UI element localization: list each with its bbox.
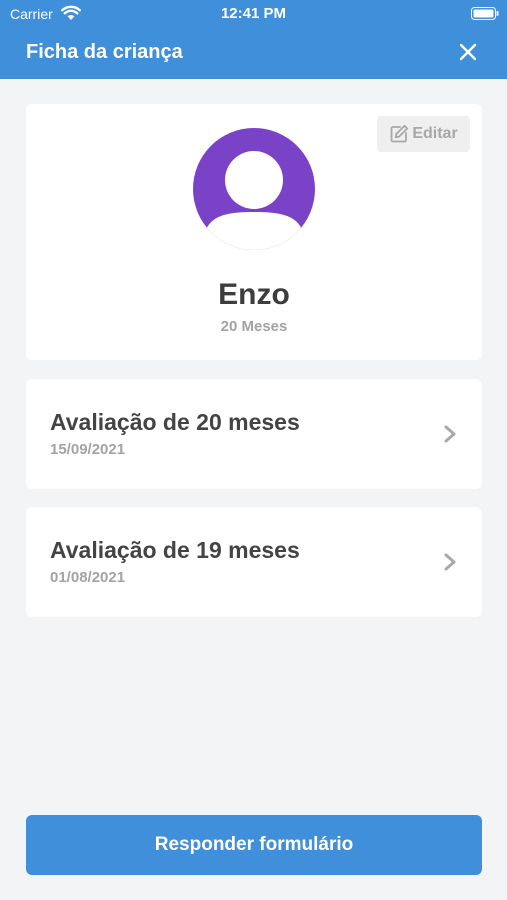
- child-age: 20 Meses: [220, 318, 288, 335]
- chevron-right-icon: [444, 425, 456, 443]
- evaluation-date: 15/09/2021: [50, 441, 126, 458]
- status-bar: Carrier 12:41 PM: [0, 0, 507, 28]
- battery-icon: [471, 7, 499, 20]
- evaluation-item[interactable]: Avaliação de 20 meses 15/09/2021: [26, 379, 482, 489]
- user-icon: [205, 151, 303, 250]
- close-button[interactable]: [452, 36, 484, 68]
- evaluation-title: Avaliação de 19 meses: [50, 537, 300, 563]
- evaluation-title: Avaliação de 20 meses: [50, 409, 300, 435]
- status-time: 12:41 PM: [220, 5, 287, 22]
- chevron-right-icon: [444, 553, 456, 571]
- avatar: [193, 128, 315, 250]
- child-name: Enzo: [218, 278, 290, 311]
- app-header: Carrier 12:41 PM Ficha da criança: [0, 0, 507, 79]
- evaluation-date: 01/08/2021: [50, 569, 126, 586]
- edit-button[interactable]: Editar: [377, 116, 470, 152]
- close-icon: [459, 43, 477, 61]
- navbar: Ficha da criança: [0, 28, 507, 79]
- submit-form-button[interactable]: Responder formulário: [26, 815, 482, 875]
- page-title: Ficha da criança: [26, 41, 183, 63]
- profile-card: Editar Enzo 20 Meses: [26, 104, 482, 360]
- edit-icon: [390, 124, 409, 143]
- edit-label: Editar: [412, 125, 458, 142]
- evaluation-item[interactable]: Avaliação de 19 meses 01/08/2021: [26, 507, 482, 617]
